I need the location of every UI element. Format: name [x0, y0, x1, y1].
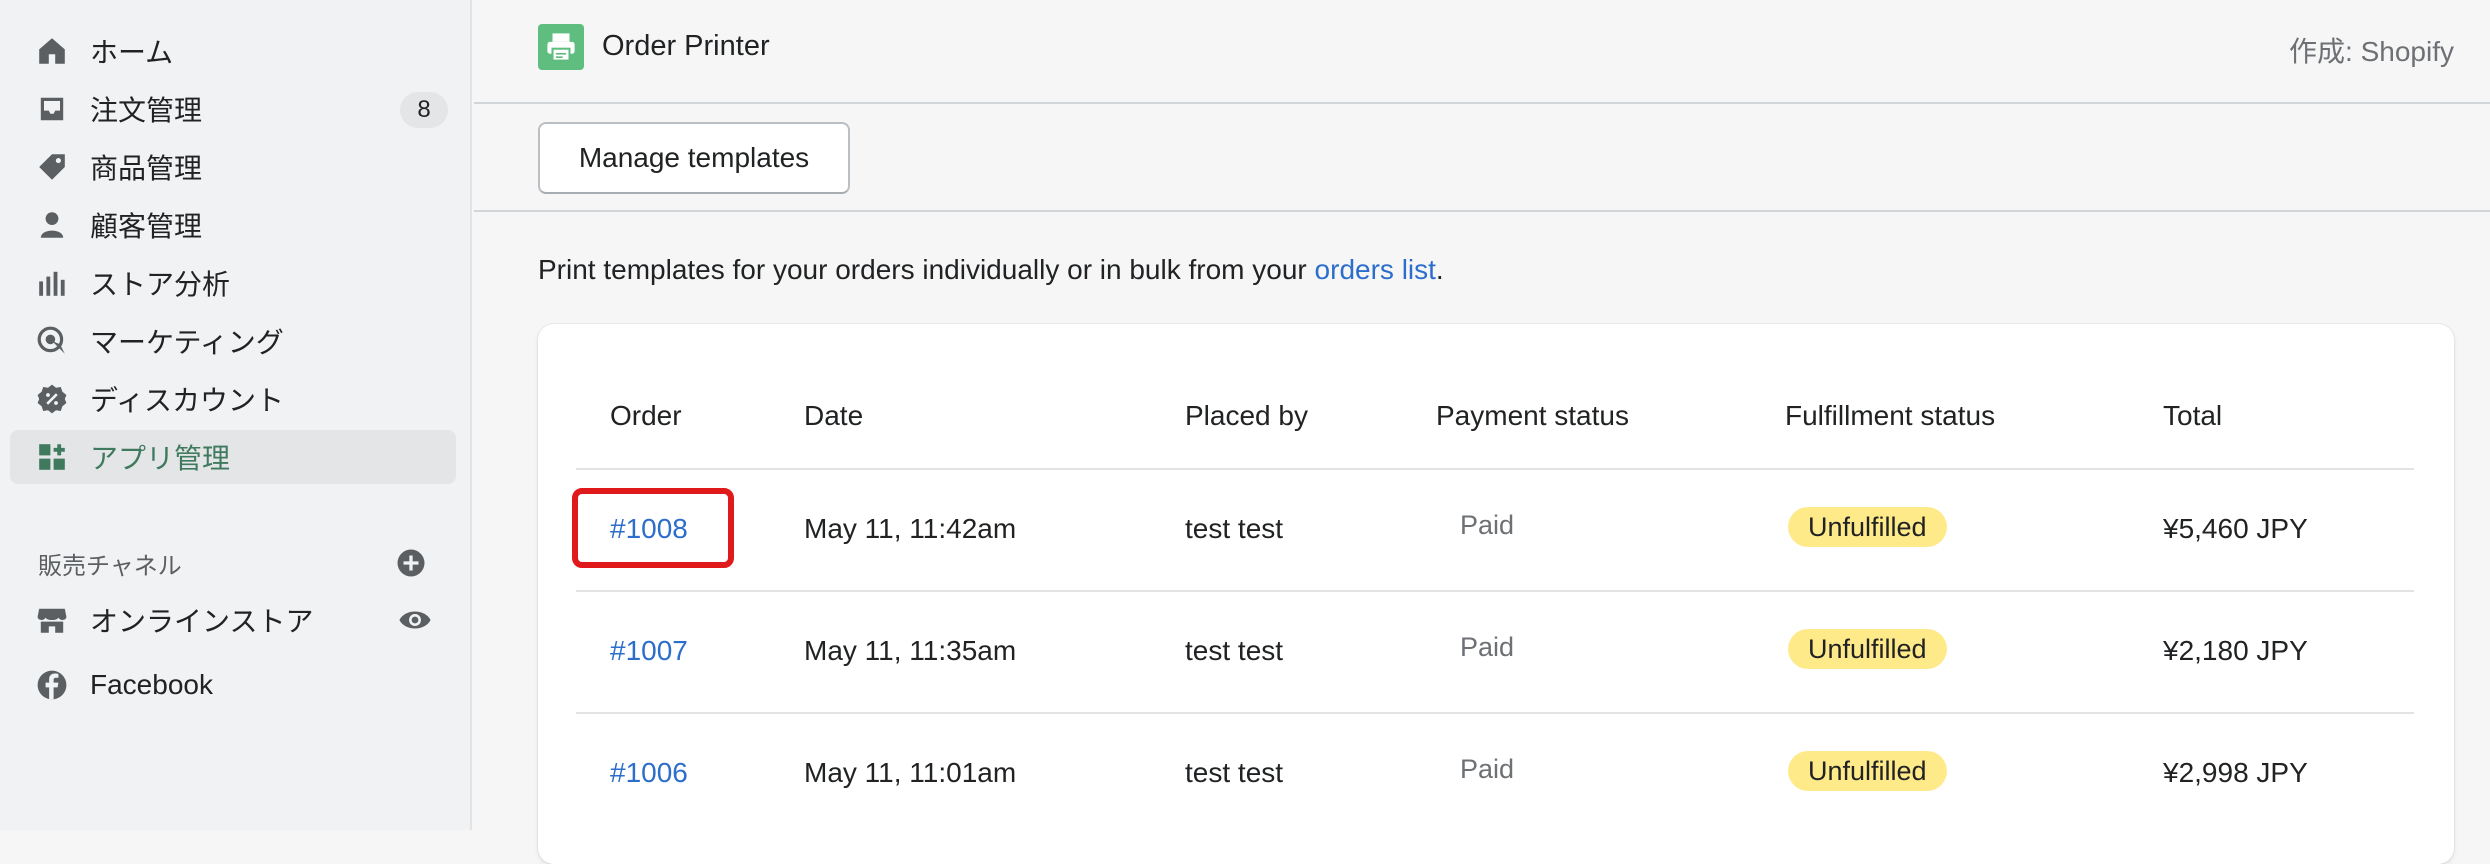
sidebar-item-home[interactable]: ホーム [10, 24, 456, 78]
sidebar-item-label: Facebook [90, 669, 213, 700]
column-header-fulfillment-status: Fulfillment status [1785, 400, 1996, 431]
column-header-order: Order [610, 400, 682, 431]
sidebar-item-label: オンラインストア [90, 606, 314, 637]
sales-channels-heading: 販売チャネル [38, 553, 182, 580]
store-icon [34, 602, 70, 638]
placed-by: test test [1185, 757, 1284, 788]
sidebar-item-products[interactable]: 商品管理 [10, 140, 456, 194]
toolbar: Manage templates [474, 106, 2490, 212]
manage-templates-button[interactable]: Manage templates [538, 122, 850, 194]
payment-status-badge: Paid [1460, 510, 1515, 540]
row-divider [576, 590, 2414, 592]
sidebar-item-facebook[interactable]: Facebook [10, 658, 456, 712]
order-link[interactable]: #1006 [610, 757, 688, 789]
sidebar-item-label: 注文管理 [90, 95, 203, 126]
tag-icon [34, 149, 70, 185]
payment-status-badge: Paid [1460, 632, 1515, 662]
column-header-date: Date [804, 400, 864, 431]
discount-icon [34, 381, 70, 417]
sidebar-item-orders[interactable]: 注文管理 8 [10, 82, 456, 136]
sidebar: ホーム 注文管理 8 商品管理 顧客管理 ストア分析 マーケティング ディスカウ… [0, 0, 472, 830]
fulfillment-status-badge: Unfulfilled [1788, 629, 1947, 669]
order-link[interactable]: #1007 [610, 635, 688, 667]
facebook-icon [34, 667, 70, 703]
sidebar-item-label: 商品管理 [90, 153, 203, 184]
row-divider [576, 712, 2414, 714]
order-date: May 11, 11:42am [804, 513, 1017, 544]
payment-status-badge: Paid [1460, 754, 1515, 784]
sidebar-item-marketing[interactable]: マーケティング [10, 314, 456, 368]
order-date: May 11, 11:01am [804, 757, 1017, 788]
order-total: ¥2,998 JPY [2163, 757, 2308, 788]
sidebar-item-discounts[interactable]: ディスカウント [10, 372, 456, 426]
row-divider [576, 468, 2414, 470]
sidebar-item-customers[interactable]: 顧客管理 [10, 198, 456, 252]
orders-table-card: Order Date Placed by Payment status Fulf… [538, 324, 2454, 864]
sidebar-item-label: 顧客管理 [90, 211, 203, 242]
sidebar-item-label: マーケティング [90, 327, 284, 358]
person-icon [34, 207, 70, 243]
intro-sentence: Print templates for your orders individu… [538, 254, 1315, 285]
order-date: May 11, 11:35am [804, 635, 1017, 666]
sidebar-item-label: ストア分析 [90, 269, 231, 300]
order-total: ¥2,180 JPY [2163, 635, 2308, 666]
sidebar-item-analytics[interactable]: ストア分析 [10, 256, 456, 310]
sidebar-item-online-store[interactable]: オンラインストア [10, 593, 456, 647]
made-by-label: 作成: Shopify [2289, 36, 2454, 67]
fulfillment-status-badge: Unfulfilled [1788, 751, 1947, 791]
intro-suffix: . [1435, 254, 1444, 285]
orders-count-badge: 8 [400, 92, 448, 128]
order-total: ¥5,460 JPY [2163, 513, 2308, 544]
highlight-box [572, 488, 734, 568]
sidebar-item-label: ホーム [90, 37, 174, 68]
intro-text: Print templates for your orders individu… [538, 254, 1444, 286]
analytics-icon [34, 265, 70, 301]
view-store-icon[interactable] [398, 606, 432, 634]
placed-by: test test [1185, 635, 1284, 666]
home-icon [34, 33, 70, 69]
sidebar-item-apps[interactable]: アプリ管理 [10, 430, 456, 484]
column-header-placed-by: Placed by [1185, 400, 1308, 431]
sidebar-item-label: アプリ管理 [90, 443, 231, 474]
apps-icon [34, 439, 70, 475]
add-channel-icon[interactable] [396, 548, 426, 578]
orders-list-link[interactable]: orders list [1315, 254, 1436, 285]
sidebar-item-label: ディスカウント [90, 385, 285, 416]
printer-icon [538, 24, 584, 70]
placed-by: test test [1185, 513, 1284, 544]
fulfillment-status-badge: Unfulfilled [1788, 507, 1947, 547]
orders-icon [34, 91, 70, 127]
app-title: Order Printer [602, 30, 770, 62]
marketing-icon [34, 323, 70, 359]
app-header: Order Printer 作成: Shopify [474, 0, 2490, 104]
column-header-payment-status: Payment status [1436, 400, 1629, 431]
column-header-total: Total [2163, 400, 2223, 431]
